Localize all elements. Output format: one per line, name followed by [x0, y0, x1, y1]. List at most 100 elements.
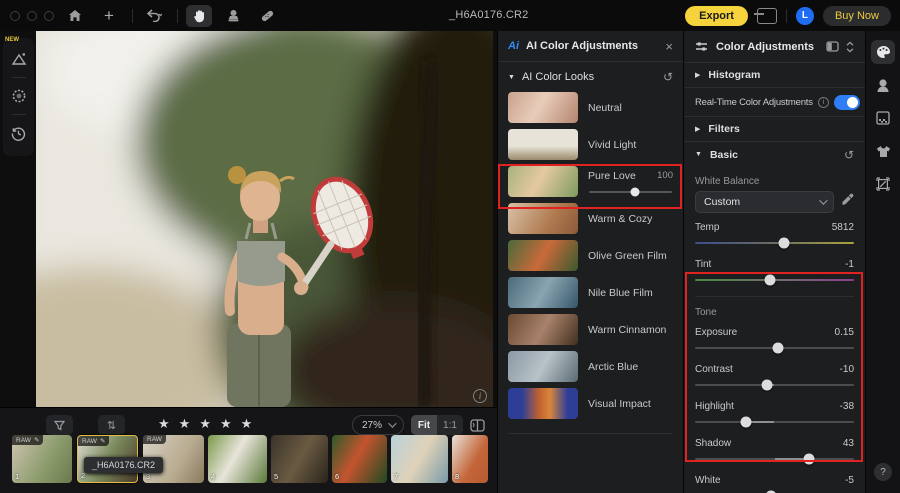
actual-size-button[interactable]: 1:1	[437, 415, 463, 435]
crop-transform-icon	[876, 177, 890, 191]
image-info-button[interactable]: i	[473, 389, 487, 403]
portrait-module-button[interactable]	[871, 73, 895, 97]
star-icon[interactable]: ★	[241, 416, 253, 432]
shadow-slider-handle[interactable]	[804, 454, 815, 465]
erase-tool-button[interactable]	[254, 5, 280, 27]
thumbnail-number: 3	[146, 472, 150, 481]
star-icon[interactable]: ★	[199, 416, 211, 432]
sort-icon: ⇅	[107, 419, 116, 432]
undo-icon	[146, 9, 162, 22]
temp-slider-handle[interactable]	[779, 238, 790, 249]
look-item-nile-blue-film[interactable]: Nile Blue Film	[498, 277, 683, 308]
window-close-button[interactable]	[10, 11, 20, 21]
window-minimize-button[interactable]	[27, 11, 37, 21]
white-balance-eyedropper-button[interactable]	[841, 193, 854, 211]
tint-slider[interactable]	[695, 273, 854, 287]
look-item-olive-green-film[interactable]: Olive Green Film	[498, 240, 683, 271]
filmstrip-thumbnail[interactable]: RAW✎ 1	[12, 435, 72, 483]
look-item-warm-cinnamon[interactable]: Warm Cinnamon	[498, 314, 683, 345]
highlight-slider-handle[interactable]	[740, 417, 751, 428]
look-item-visual-impact[interactable]: Visual Impact	[498, 388, 683, 419]
fit-view-button[interactable]: Fit	[411, 415, 437, 435]
look-amount-slider[interactable]	[589, 191, 672, 193]
history-button[interactable]	[8, 122, 30, 144]
filmstrip: RAW✎ 1 RAW✎ 2 _H6A0176.CR2 RAW 3 4 5 6	[0, 435, 497, 484]
rating-stars[interactable]: ★ ★ ★ ★ ★	[158, 416, 252, 432]
look-thumbnail	[508, 92, 578, 123]
help-button[interactable]: ?	[874, 463, 892, 481]
contrast-slider-handle[interactable]	[761, 380, 772, 391]
look-amount-slider-handle[interactable]	[630, 187, 639, 196]
shadow-slider[interactable]	[695, 452, 854, 466]
star-icon[interactable]: ★	[158, 416, 170, 432]
crop-module-button[interactable]	[871, 172, 895, 196]
wardrobe-module-button[interactable]	[871, 139, 895, 163]
thumbnail-number: 5	[274, 472, 278, 481]
clone-stamp-tool-button[interactable]	[220, 5, 246, 27]
export-button[interactable]: Export	[685, 6, 748, 26]
exposure-slider-row: Exposure0.15	[684, 318, 865, 355]
color-module-button[interactable]	[871, 40, 895, 64]
add-photos-button[interactable]: +	[96, 5, 122, 27]
exposure-slider[interactable]	[695, 341, 854, 355]
undo-button[interactable]	[141, 5, 167, 27]
histogram-section-header[interactable]: ▶ Histogram	[684, 63, 865, 88]
sort-button[interactable]: ⇅	[98, 415, 125, 435]
close-panel-button[interactable]: ×	[665, 39, 673, 54]
texture-module-button[interactable]	[871, 106, 895, 130]
look-thumbnail	[508, 203, 578, 234]
highlight-slider[interactable]	[695, 415, 854, 429]
adjust-panel-title: Color Adjustments	[716, 41, 818, 53]
zoom-level-dropdown[interactable]: 27%	[352, 415, 404, 435]
account-avatar[interactable]: L	[796, 7, 814, 25]
hand-tool-button[interactable]	[186, 5, 212, 27]
filmstrip-thumbnail[interactable]: 8	[452, 435, 488, 483]
white-slider[interactable]	[695, 489, 854, 493]
reset-basic-button[interactable]: ↺	[844, 148, 854, 162]
mask-brush-tool-button[interactable]	[8, 85, 30, 107]
filmstrip-thumbnail[interactable]: 5	[271, 435, 328, 483]
tint-slider-handle[interactable]	[764, 275, 775, 286]
contrast-slider[interactable]	[695, 378, 854, 392]
filmstrip-thumbnail[interactable]: 7	[391, 435, 448, 483]
star-icon[interactable]: ★	[220, 416, 232, 432]
toolbar-divider	[786, 9, 787, 23]
home-button[interactable]	[62, 5, 88, 27]
ai-color-looks-section-header[interactable]: ▼ AI Color Looks ↺	[498, 62, 683, 92]
before-after-icon	[470, 419, 485, 432]
look-thumbnail	[508, 129, 578, 160]
look-item-warm-cozy[interactable]: Warm & Cozy	[498, 203, 683, 234]
buy-now-button[interactable]: Buy Now	[823, 6, 891, 26]
filmstrip-thumbnail[interactable]: 6	[332, 435, 387, 483]
window-zoom-button[interactable]	[44, 11, 54, 21]
temp-slider[interactable]	[695, 236, 854, 250]
look-item-neutral[interactable]: Neutral	[498, 92, 683, 123]
reset-looks-button[interactable]: ↺	[663, 70, 673, 84]
basic-section-header[interactable]: ▼ Basic ↺	[684, 142, 865, 167]
filmstrip-thumbnail[interactable]: 4	[208, 435, 267, 483]
filter-button[interactable]	[46, 415, 73, 435]
white-slider-row: White-5	[684, 466, 865, 493]
hand-icon	[193, 9, 206, 23]
compare-view-button[interactable]	[466, 415, 488, 435]
edit-modules-rail: ?	[865, 31, 900, 493]
temp-value: 5812	[832, 222, 854, 233]
star-icon[interactable]: ★	[179, 416, 191, 432]
collapse-expand-icon[interactable]	[846, 41, 854, 53]
thumbnail-number: 6	[335, 472, 339, 481]
look-item-vivid-light[interactable]: Vivid Light	[498, 129, 683, 160]
export-destination-icon[interactable]	[757, 8, 777, 24]
genswap-tool-button[interactable]	[8, 48, 30, 70]
window-controls[interactable]	[10, 11, 54, 21]
contrast-value: -10	[840, 364, 854, 375]
white-balance-dropdown[interactable]: Custom	[695, 191, 834, 213]
filename-tooltip: _H6A0176.CR2	[84, 457, 163, 473]
filters-section-header[interactable]: ▶ Filters	[684, 117, 865, 142]
look-item-pure-love-selected[interactable]: Pure Love 100	[498, 166, 683, 197]
realtime-toggle[interactable]	[834, 95, 860, 110]
panel-layout-icon[interactable]	[826, 41, 839, 52]
look-item-arctic-blue[interactable]: Arctic Blue	[498, 351, 683, 382]
exposure-slider-handle[interactable]	[772, 343, 783, 354]
photo-canvas[interactable]	[36, 31, 493, 407]
color-adjustments-panel: Color Adjustments ▶ Histogram Real-Time …	[683, 31, 865, 493]
